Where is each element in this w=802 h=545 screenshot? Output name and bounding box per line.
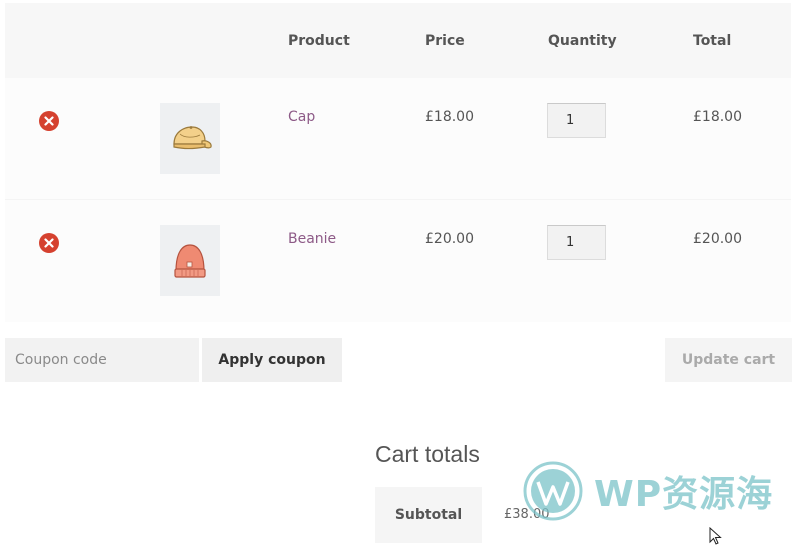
product-subtotal: £18.00 [693,109,742,125]
product-thumbnail[interactable] [160,225,220,296]
cart-table: Product Price Quantity Total Cap £18.00 … [5,3,791,322]
watermark: WP资源海 [522,460,792,522]
product-thumbnail[interactable] [160,103,220,174]
coupon-code-input[interactable]: Coupon code [5,338,199,382]
header-price: Price [425,33,465,49]
cart-totals-title: Cart totals [375,441,480,467]
mouse-cursor-icon [709,527,722,545]
remove-circle-icon [44,238,54,248]
header-total: Total [693,33,732,49]
quantity-input[interactable]: 1 [547,225,606,260]
cap-icon [173,125,212,149]
cart-row: Cap £18.00 1 £18.00 [5,78,791,200]
header-quantity: Quantity [548,33,617,49]
wordpress-logo-icon [523,461,583,521]
remove-circle-icon [44,116,54,126]
product-subtotal: £20.00 [693,231,742,247]
beanie-icon [174,243,206,278]
product-name-link[interactable]: Cap [288,109,315,125]
product-price: £20.00 [425,231,474,247]
header-product: Product [288,33,350,49]
apply-coupon-button[interactable]: Apply coupon [202,338,342,382]
subtotal-label: Subtotal [375,487,482,543]
watermark-text: WP资源海 [594,474,774,515]
cart-table-header: Product Price Quantity Total [5,3,791,78]
product-name-link[interactable]: Beanie [288,231,336,247]
remove-item-button[interactable] [39,233,59,253]
remove-item-button[interactable] [39,111,59,131]
update-cart-button[interactable]: Update cart [665,338,792,382]
quantity-input[interactable]: 1 [547,103,606,138]
product-price: £18.00 [425,109,474,125]
cart-row: Beanie £20.00 1 £20.00 [5,200,791,322]
